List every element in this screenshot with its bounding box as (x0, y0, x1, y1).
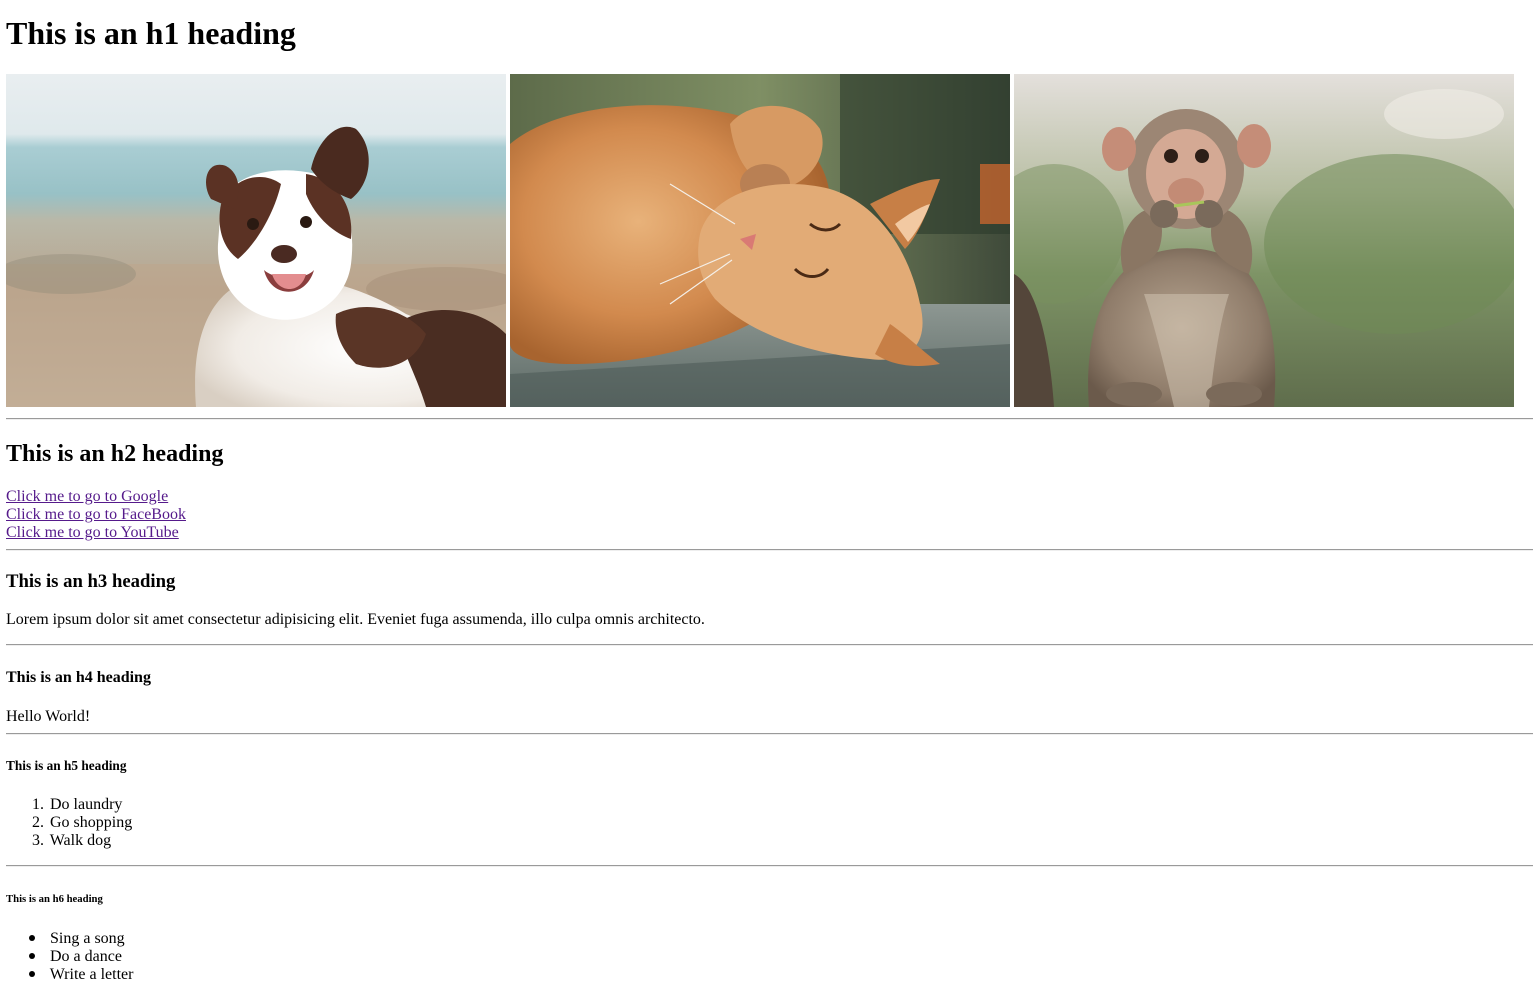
ordered-list-item: 3. Walk dog (6, 832, 111, 850)
divider-5 (6, 865, 1533, 867)
list-item-text: Do laundry (50, 796, 123, 813)
list-number: 3. (32, 832, 44, 849)
bullet-icon (6, 930, 46, 948)
list-number: 2. (32, 814, 44, 831)
bullet-icon (6, 966, 46, 984)
unordered-list-item: Write a letter (6, 966, 133, 984)
h3-heading: This is an h3 heading (6, 571, 176, 592)
bullet-icon (6, 948, 46, 966)
divider-2 (6, 549, 1533, 551)
monkey-image (1014, 74, 1514, 407)
h4-heading: This is an h4 heading (6, 669, 151, 686)
divider-1 (6, 418, 1533, 420)
lorem-paragraph: Lorem ipsum dolor sit amet consectetur a… (6, 611, 705, 628)
h6-heading: This is an h6 heading (6, 893, 103, 905)
h1-heading: This is an h1 heading (6, 15, 296, 51)
h5-heading: This is an h5 heading (6, 758, 127, 773)
list-item-text: Walk dog (49, 832, 112, 849)
list-item-text: Sing a song (50, 930, 125, 947)
facebook-link[interactable]: Click me to go to FaceBook (6, 506, 186, 524)
youtube-link[interactable]: Click me to go to YouTube (6, 524, 179, 542)
ordered-list-item: 1. Do laundry (6, 796, 122, 814)
dog-image (6, 74, 506, 407)
hello-world-text: Hello World! (6, 708, 91, 725)
divider-4 (6, 733, 1533, 735)
list-number: 1. (32, 796, 44, 813)
divider-3 (6, 644, 1533, 646)
list-item-text: Go shopping (50, 814, 133, 831)
unordered-list-item: Do a dance (6, 948, 122, 966)
page: This is an h1 heading This is an h2 head… (0, 0, 1533, 1004)
cat-image (510, 74, 1010, 407)
h2-heading: This is an h2 heading (6, 441, 224, 467)
list-item-text: Write a letter (49, 966, 134, 983)
unordered-list-item: Sing a song (6, 930, 125, 948)
ordered-list-item: 2. Go shopping (6, 814, 132, 832)
google-link[interactable]: Click me to go to Google (6, 488, 168, 506)
list-item-text: Do a dance (50, 948, 122, 965)
